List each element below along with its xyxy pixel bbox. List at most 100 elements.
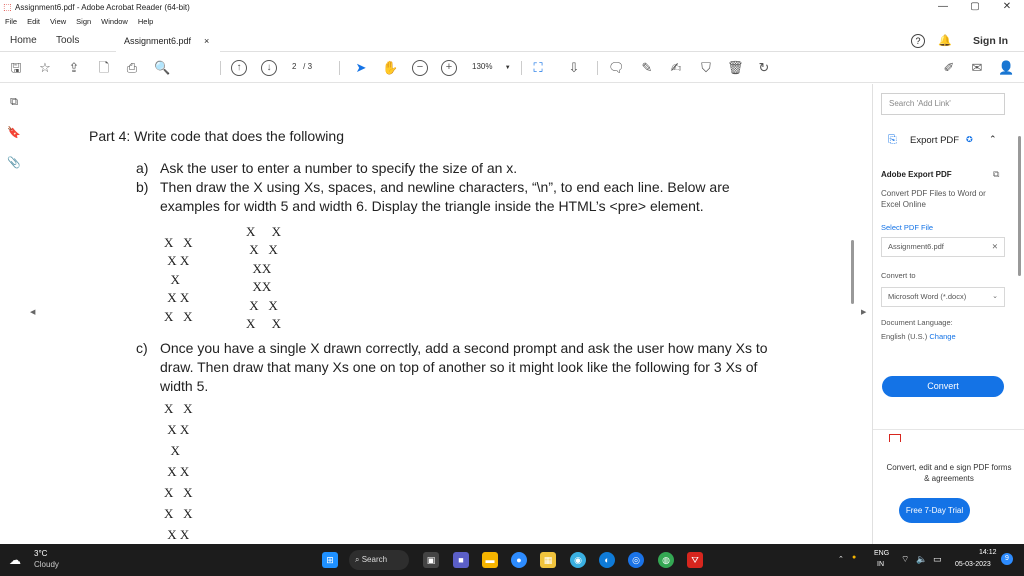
x-stack-line: X X [164, 422, 190, 437]
maximize-button[interactable]: ▢ [960, 0, 990, 14]
left-rail: ⧉ 🔖 📎 [0, 84, 28, 544]
tab-tools[interactable]: Tools [56, 30, 79, 52]
notification-badge[interactable]: 9 [1001, 553, 1013, 565]
acrobat-window: ⬚ Assignment6.pdf - Adobe Acrobat Reader… [0, 0, 1024, 576]
collapse-right-panel-icon[interactable]: ▶ [861, 308, 866, 316]
zoom-select[interactable]: 130% ▼ [472, 62, 511, 71]
menu-window[interactable]: Window [96, 17, 133, 26]
tray-app-icon[interactable]: ● [852, 554, 856, 561]
weather-icon[interactable]: ☁ [9, 553, 21, 567]
stamp-icon[interactable]: ⛉ [698, 60, 714, 76]
taskbar-search[interactable]: ⌕ Search [349, 550, 409, 570]
item-c-line2: draw. Then draw that many Xs one on top … [160, 359, 758, 375]
highlight-pen-icon[interactable]: ✎ [639, 60, 655, 76]
zoom-app-icon[interactable]: ● [511, 552, 527, 568]
hand-tool-icon[interactable]: ✋ [382, 60, 398, 76]
select-cursor-icon[interactable]: ➤ [353, 60, 369, 76]
close-window-button[interactable]: ✕ [992, 0, 1022, 14]
x-stack-line: X X [164, 485, 193, 500]
page-down-icon[interactable]: ↓ [261, 60, 277, 76]
wifi-icon[interactable]: ⌔ [901, 554, 909, 565]
x6-line: X X [246, 298, 278, 313]
star-icon[interactable]: ☆ [37, 60, 53, 76]
export-pdf-icon: ⎘ [888, 134, 897, 146]
clock-time[interactable]: 14:12 [979, 549, 997, 556]
file-explorer-icon[interactable]: ▬ [482, 552, 498, 568]
fill-sign-icon[interactable]: ✐ [941, 60, 957, 76]
zoom-in-icon[interactable]: + [441, 60, 457, 76]
convert-format-select[interactable]: Microsoft Word (*.docx) ⌄ [881, 287, 1005, 307]
email-icon[interactable]: ✉ [969, 60, 985, 76]
scroll-mode-icon[interactable]: ⇩ [566, 60, 582, 76]
promo-text: Convert, edit and e sign PDF forms & agr… [886, 463, 1012, 483]
edge-icon[interactable]: ◐ [599, 552, 615, 568]
tab-home[interactable]: Home [10, 30, 37, 52]
help-icon[interactable]: ? [911, 34, 925, 48]
page-up-icon[interactable]: ↑ [231, 60, 247, 76]
tab-close-icon[interactable]: × [204, 30, 209, 52]
collapse-left-rail-icon[interactable]: ◀ [30, 308, 35, 316]
menu-edit[interactable]: Edit [22, 17, 45, 26]
teams-icon[interactable]: ■ [453, 552, 469, 568]
zoom-out-icon[interactable]: − [412, 60, 428, 76]
task-view-icon[interactable]: ▣ [423, 552, 439, 568]
browser-icon[interactable]: ◎ [628, 552, 644, 568]
export-description: Convert PDF Files to Word or Excel Onlin… [881, 189, 986, 209]
delete-icon[interactable]: 🗑 [727, 60, 744, 76]
convert-button[interactable]: Convert [882, 376, 1004, 397]
language-top[interactable]: ENG [874, 550, 889, 557]
document-scrollbar[interactable] [851, 240, 854, 304]
change-language-link[interactable]: Change [929, 332, 955, 341]
free-trial-button[interactable]: Free 7-Day Trial [899, 498, 970, 523]
file-lock-icon[interactable]: 🗋 [96, 60, 112, 76]
tab-document[interactable]: Assignment6.pdf × [116, 30, 220, 52]
store-icon[interactable]: ▦ [540, 552, 556, 568]
x6-line: XX [246, 279, 272, 294]
sign-in-button[interactable]: Sign In [973, 30, 1008, 52]
chrome-icon[interactable]: ◍ [658, 552, 674, 568]
language-bottom[interactable]: IN [877, 561, 884, 568]
remove-file-icon[interactable]: ✕ [992, 238, 998, 256]
chevron-up-icon[interactable]: ⌃ [989, 134, 997, 145]
tab-document-label: Assignment6.pdf [124, 36, 192, 46]
selected-file-field[interactable]: Assignment6.pdf ✕ [881, 237, 1005, 257]
export-pdf-title[interactable]: Export PDF [910, 135, 959, 146]
add-user-icon[interactable]: 👤 [998, 60, 1014, 76]
page-thumbnails-icon[interactable]: ⧉ [7, 96, 21, 110]
page-current[interactable]: 2 [292, 62, 296, 71]
panel-search-input[interactable]: Search 'Add Link' [881, 93, 1005, 115]
sign-icon[interactable]: ✍ [668, 60, 684, 76]
battery-icon[interactable]: ▭ [933, 554, 942, 565]
volume-icon[interactable]: 🔈 [916, 554, 927, 565]
panel-scrollbar[interactable] [1018, 136, 1021, 276]
page-indicator[interactable]: 2 / 3 [292, 62, 312, 71]
tray-overflow-icon[interactable]: ⌃ [838, 555, 844, 563]
zoom-search-icon[interactable]: 🔍 [154, 60, 170, 76]
save-icon[interactable]: 🖫 [8, 60, 24, 76]
rotate-icon[interactable]: ↻ [756, 60, 772, 76]
menu-file[interactable]: File [0, 17, 22, 26]
bell-icon[interactable]: 🔔 [938, 34, 952, 47]
zoom-value: 130% [472, 62, 493, 71]
weather-description[interactable]: Cloudy [34, 560, 59, 569]
acrobat-taskbar-icon[interactable]: ⛛ [687, 552, 703, 568]
chrome-dev-icon[interactable]: ◉ [570, 552, 586, 568]
fit-page-icon[interactable]: ⛶ [530, 60, 546, 76]
windows-start-icon[interactable]: ⊞ [322, 552, 338, 568]
comment-icon[interactable]: 🗨 [608, 60, 625, 76]
copy-icon[interactable]: ⧉ [993, 169, 999, 180]
menu-view[interactable]: View [45, 17, 71, 26]
clock-date[interactable]: 05-03-2023 [955, 561, 991, 568]
minimize-button[interactable]: — [928, 0, 958, 14]
attachment-icon[interactable]: 📎 [7, 156, 21, 170]
document-viewer[interactable]: Part 4: Write code that does the followi… [28, 84, 860, 544]
item-b-line1: Then draw the X using Xs, spaces, and ne… [160, 179, 730, 195]
print-icon[interactable]: ⎙ [124, 60, 140, 76]
item-c-line1: Once you have a single X drawn correctly… [160, 340, 768, 356]
bookmark-icon[interactable]: 🔖 [7, 126, 21, 140]
search-icon: ⌕ [355, 555, 360, 564]
share-cloud-icon[interactable]: ⇪ [66, 60, 82, 76]
weather-temperature[interactable]: 3°C [34, 549, 47, 558]
menu-help[interactable]: Help [133, 17, 158, 26]
menu-sign[interactable]: Sign [71, 17, 96, 26]
